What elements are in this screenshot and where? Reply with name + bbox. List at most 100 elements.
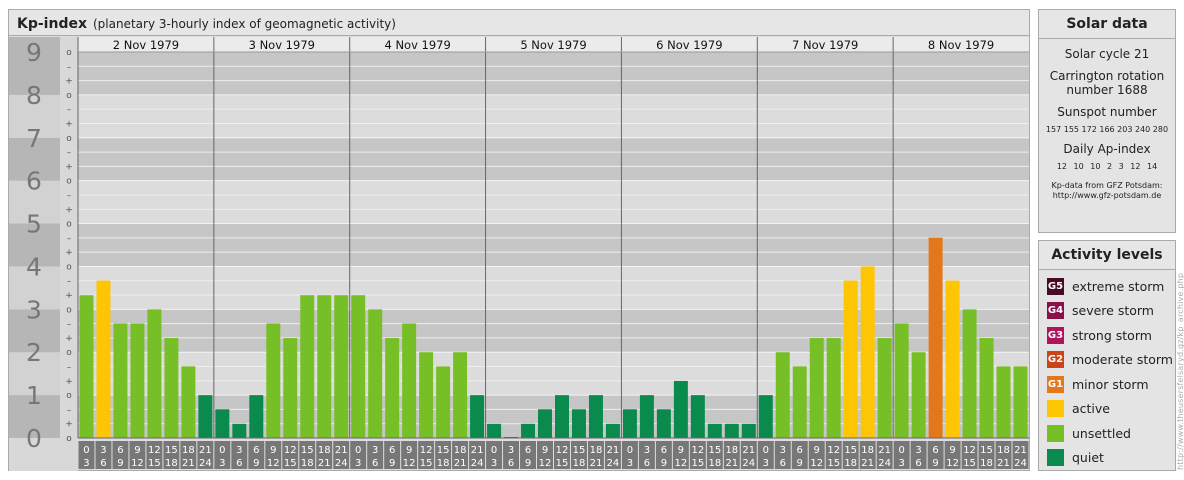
kp-bar <box>130 323 145 438</box>
hour-end-label: 18 <box>980 458 993 469</box>
hour-end-label: 9 <box>117 458 123 469</box>
legend-swatch: G3 <box>1047 326 1064 344</box>
kp-bar <box>266 323 281 438</box>
kp-bar <box>741 423 756 438</box>
kp-bar <box>147 309 162 438</box>
y-minor-tick-label: o <box>66 91 72 101</box>
kp-bar <box>639 395 654 438</box>
hour-start-label: 3 <box>780 445 786 456</box>
source-link[interactable]: http://www.gfz-potsdam.de <box>1039 191 1175 201</box>
day-label: 4 Nov 1979 <box>384 38 450 52</box>
y-minor-tick-label: + <box>65 377 73 387</box>
hour-start-label: 9 <box>406 445 412 456</box>
hour-start-label: 0 <box>627 445 633 456</box>
hour-start-label: 9 <box>814 445 820 456</box>
hour-end-label: 21 <box>861 458 874 469</box>
hour-end-label: 9 <box>797 458 803 469</box>
day-label: 5 Nov 1979 <box>520 38 586 52</box>
hour-end-label: 12 <box>674 458 687 469</box>
y-tick-label: 6 <box>26 167 42 196</box>
hour-end-label: 21 <box>182 458 195 469</box>
hour-end-label: 15 <box>284 458 297 469</box>
y-minor-tick-label: o <box>66 434 72 444</box>
y-minor-tick-label: + <box>65 334 73 344</box>
legend-label: unsettled <box>1072 425 1131 441</box>
y-tick-label: 2 <box>26 338 42 367</box>
hour-end-label: 12 <box>403 458 416 469</box>
hour-end-label: 15 <box>148 458 161 469</box>
hour-end-label: 18 <box>573 458 586 469</box>
hour-end-label: 24 <box>878 458 891 469</box>
hour-start-label: 18 <box>590 445 603 456</box>
hour-end-label: 21 <box>454 458 467 469</box>
hour-end-label: 6 <box>236 458 242 469</box>
y-band <box>78 223 1029 267</box>
solar-data-title: Solar data <box>1039 10 1175 39</box>
kp-bar <box>962 309 977 438</box>
y-tick-label: 5 <box>26 210 42 239</box>
y-band <box>78 180 1029 224</box>
hour-start-label: 18 <box>997 445 1010 456</box>
legend-swatch: G1 <box>1047 375 1064 393</box>
hour-start-label: 6 <box>797 445 803 456</box>
y-tick-label: 1 <box>26 381 42 410</box>
sunspot-values: 157 155 172 166 203 240 280 <box>1045 125 1169 134</box>
hour-start-label: 9 <box>270 445 276 456</box>
hour-end-label: 12 <box>946 458 959 469</box>
hour-start-label: 9 <box>542 445 548 456</box>
hour-end-label: 6 <box>100 458 106 469</box>
hour-end-label: 9 <box>389 458 395 469</box>
kp-bar <box>96 280 111 438</box>
y-minor-tick-label: – <box>67 363 72 373</box>
y-minor-tick-label: o <box>66 305 72 315</box>
hour-start-label: 18 <box>454 445 467 456</box>
hour-start-label: 21 <box>607 445 620 456</box>
hour-start-label: 21 <box>335 445 348 456</box>
hour-end-label: 15 <box>556 458 569 469</box>
hour-end-label: 6 <box>915 458 921 469</box>
kp-bar <box>419 352 434 438</box>
y-minor-tick-label: + <box>65 420 73 430</box>
legend-item: G1 minor storm <box>1047 372 1175 397</box>
activity-levels-legend: G5 extreme storm G4 severe storm G3 strong st… <box>1039 270 1175 470</box>
activity-levels-title: Activity levels <box>1039 241 1175 270</box>
hour-start-label: 0 <box>491 445 497 456</box>
kp-index-panel: 0 1 2 3 4 5 6 7 8 9 o + – o + – o + – o + – o + – o + – o + – o + – o + – o 2 … <box>8 9 1030 471</box>
kp-bar <box>164 338 179 438</box>
kp-bar <box>436 366 451 438</box>
day-label: 3 Nov 1979 <box>249 38 315 52</box>
y-minor-tick-label: – <box>67 105 72 115</box>
hour-start-label: 12 <box>827 445 840 456</box>
hour-end-label: 15 <box>691 458 704 469</box>
day-label: 7 Nov 1979 <box>792 38 858 52</box>
hour-start-label: 18 <box>861 445 874 456</box>
hour-end-label: 9 <box>661 458 667 469</box>
kp-bar <box>470 395 485 438</box>
activity-levels-panel: Activity levels G5 extreme storm G4 severe … <box>1038 240 1176 471</box>
ap-index-label: Daily Ap-index <box>1063 142 1151 156</box>
day-label: 2 Nov 1979 <box>113 38 179 52</box>
kp-bar <box>334 295 349 438</box>
kp-bar <box>215 409 230 438</box>
hour-end-label: 21 <box>590 458 603 469</box>
kp-bar <box>521 423 536 438</box>
kp-bar <box>826 338 841 438</box>
legend-swatch: G2 <box>1047 351 1064 369</box>
kp-bar <box>487 423 502 438</box>
y-minor-tick-label: – <box>67 191 72 201</box>
hour-start-label: 9 <box>678 445 684 456</box>
y-minor-tick-label: o <box>66 348 72 358</box>
legend-item: G5 extreme storm <box>1047 274 1175 299</box>
kp-bar <box>385 338 400 438</box>
hour-start-label: 12 <box>284 445 297 456</box>
hour-end-label: 15 <box>420 458 433 469</box>
kp-bar <box>402 323 417 438</box>
chart-subtitle: (planetary 3-hourly index of geomagnetic… <box>93 17 396 31</box>
y-tick-label: 8 <box>26 81 42 110</box>
solar-cycle: Solar cycle 21 <box>1064 47 1150 61</box>
kp-bar <box>724 423 739 438</box>
hour-start-label: 0 <box>83 445 89 456</box>
legend-swatch: G5 <box>1047 277 1064 295</box>
kp-bar <box>894 323 909 438</box>
legend-item: active <box>1047 397 1175 422</box>
